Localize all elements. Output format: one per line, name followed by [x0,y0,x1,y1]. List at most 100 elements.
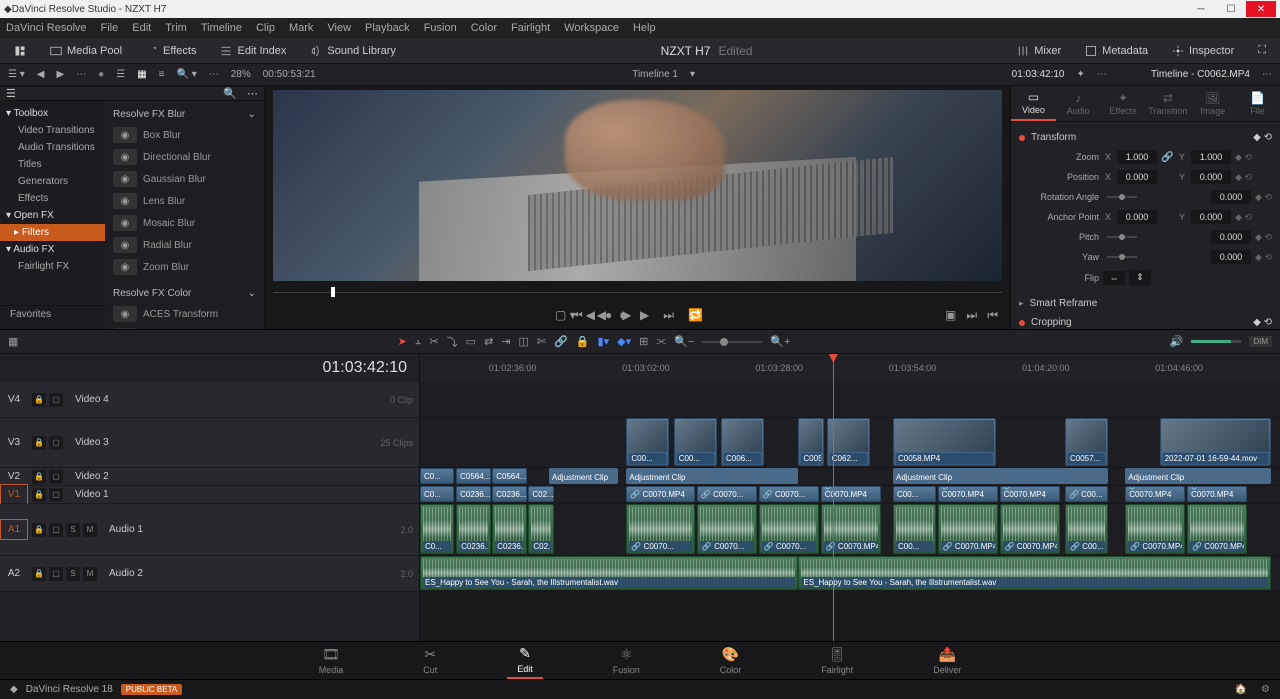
home-icon[interactable]: 🏠 [1235,684,1247,695]
timeline-clip[interactable]: C0236... [492,486,526,502]
close-button[interactable]: ✕ [1246,1,1276,17]
volume-icon[interactable]: 🔊 [1170,335,1184,348]
timeline-clip[interactable]: C0564... [456,468,490,484]
viewer-canvas[interactable] [273,90,1002,281]
page-fusion[interactable]: ⚛Fusion [603,643,650,678]
replace-icon[interactable]: ⇄ [484,335,493,348]
effects-cat[interactable]: Effects [0,190,105,207]
fx-layout-icon[interactable]: ☰ [6,87,16,100]
menu-icon[interactable]: ⋯ [76,69,86,80]
inspector-tab-image[interactable]: 🖼Image [1190,86,1235,121]
sound-library-button[interactable]: Sound Library [304,43,402,59]
titles[interactable]: Titles [0,156,105,173]
inspector-button[interactable]: Inspector [1166,43,1240,59]
zoom-y-field[interactable]: 1.000 [1191,150,1231,164]
next-edit-icon[interactable]: ▶ [622,308,631,322]
menu-fairlight[interactable]: Fairlight [511,22,550,34]
maximize-button[interactable]: ☐ [1216,1,1246,17]
menu-color[interactable]: Color [471,22,497,34]
menu-file[interactable]: File [101,22,119,34]
fairlight-fx[interactable]: Fairlight FX [0,258,105,275]
fx-item[interactable]: ◉Directional Blur [111,146,258,168]
timeline-clip[interactable]: C02... [528,486,554,502]
record-icon[interactable]: ● [98,69,104,80]
inspector-tab-transition[interactable]: ⇄Transition [1145,86,1190,121]
fx-item[interactable]: ◉Zoom Blur [111,256,258,278]
toolbox-header[interactable]: ▾ Toolbox [0,105,105,122]
search-icon[interactable]: 🔍 ▾ [176,69,196,80]
zoom-percent[interactable]: 28% [231,69,251,80]
timeline-clip[interactable]: C00... [626,418,669,466]
timeline-tracks[interactable]: 01:02:36:0001:03:02:0001:03:28:0001:03:5… [420,354,1280,641]
menu-help[interactable]: Help [633,22,656,34]
openfx-header[interactable]: ▾ Open FX [0,207,105,224]
transform-header[interactable]: Transform [1031,132,1076,143]
timeline-clip[interactable]: C005... [798,418,824,466]
anchor-x-field[interactable]: 0.000 [1117,210,1157,224]
pitch-field[interactable]: 0.000 [1211,230,1251,244]
filter-icon[interactable]: ⋯ [209,69,219,80]
rotation-field[interactable]: 0.000 [1211,190,1251,204]
page-deliver[interactable]: 📤Deliver [923,643,971,678]
expand-icon[interactable]: ⛶ [1252,42,1272,59]
list-view-icon[interactable]: ☰ [116,69,125,80]
timeline-clip[interactable]: C0236... [492,504,526,554]
timeline-clip[interactable]: 🔗 C0070... [697,486,757,502]
timeline-clip[interactable]: Adjustment Clip [549,468,618,484]
last-frame-icon[interactable]: ⏭ [663,308,674,323]
prev-clip-icon[interactable]: ⏮ [987,308,998,323]
timeline-clip[interactable]: ES_Happy to See You - Sarah, the Illstru… [420,556,798,590]
timeline-timecode[interactable]: 01:03:42:10 [0,354,419,382]
timeline-clip[interactable]: 🔗 C0070.MP4 [821,486,881,502]
linked-move-icon[interactable]: ⫘ [656,335,666,348]
settings-icon[interactable]: ⚙ [1261,684,1270,695]
viewer-timecode[interactable]: 01:03:42:10 [1012,69,1065,80]
trim-tool-icon[interactable]: ⫠ [415,335,422,348]
menu-edit[interactable]: Edit [132,22,151,34]
yaw-field[interactable]: 0.000 [1211,250,1251,264]
menu-timeline[interactable]: Timeline [201,22,242,34]
timeline-clip[interactable]: C0... [420,504,454,554]
timeline-clip[interactable]: C00... [893,486,936,502]
next-clip-icon[interactable]: ⏭ [966,308,977,323]
timeline-clip[interactable]: 🔗 C0070.MP4 [1125,486,1185,502]
yaw-slider[interactable] [1107,256,1137,258]
timeline-view-icon[interactable]: ▦ [8,335,18,348]
lock-icon[interactable]: 🔒 [576,335,590,348]
overwrite-icon[interactable]: ▭ [466,335,476,348]
smart-reframe-header[interactable]: Smart Reframe [1030,298,1098,309]
audio-transitions[interactable]: Audio Transitions [0,139,105,156]
nav-fwd-icon[interactable]: ▶ [56,69,64,80]
fx-item[interactable]: ◉Radial Blur [111,234,258,256]
timeline-clip[interactable]: Adjustment Clip [893,468,1108,484]
zoom-x-field[interactable]: 1.000 [1117,150,1157,164]
timeline-clip[interactable]: C0... [420,468,454,484]
timeline-clip[interactable]: C006... [721,418,764,466]
timeline-clip[interactable]: Adjustment Clip [1125,468,1271,484]
pos-y-field[interactable]: 0.000 [1191,170,1231,184]
volume-slider[interactable] [1191,340,1241,343]
timeline-clip[interactable]: 🔗 C0070.MP4 [1187,486,1247,502]
zoom-slider[interactable] [702,341,762,343]
fx-item[interactable]: ◉Mosaic Blur [111,212,258,234]
auto-select-icon[interactable]: ▢ [49,393,63,407]
timeline-clip[interactable]: 🔗 C00... [1065,486,1108,502]
timeline-clip[interactable]: C0564... [492,468,526,484]
sort-icon[interactable]: ☰ ▾ [8,69,25,80]
timeline-clip[interactable]: 🔗 C00... [1065,504,1108,554]
timeline-clip[interactable]: 2022-07-01 16-59-44.mov [1160,418,1272,466]
generators[interactable]: Generators [0,173,105,190]
zoom-in-icon[interactable]: 🔍+ [770,335,790,348]
page-cut[interactable]: ✂Cut [413,643,447,678]
target-icon[interactable]: ✦ [1076,69,1084,80]
timeline-clip[interactable]: 🔗 C0070.MP4 [938,504,998,554]
strip-view-icon[interactable]: ≡ [159,69,165,80]
audiofx-header[interactable]: ▾ Audio FX [0,241,105,258]
pitch-slider[interactable] [1107,236,1137,238]
timeline-clip[interactable]: C0058.MP4 [893,418,996,466]
inspector-tab-audio[interactable]: ♪Audio [1056,86,1101,121]
anchor-y-field[interactable]: 0.000 [1191,210,1231,224]
rotation-slider[interactable] [1107,196,1137,198]
timeline-clip[interactable]: 🔗 C0070.MP4 [1187,504,1247,554]
page-fairlight[interactable]: 🎚Fairlight [811,643,863,678]
